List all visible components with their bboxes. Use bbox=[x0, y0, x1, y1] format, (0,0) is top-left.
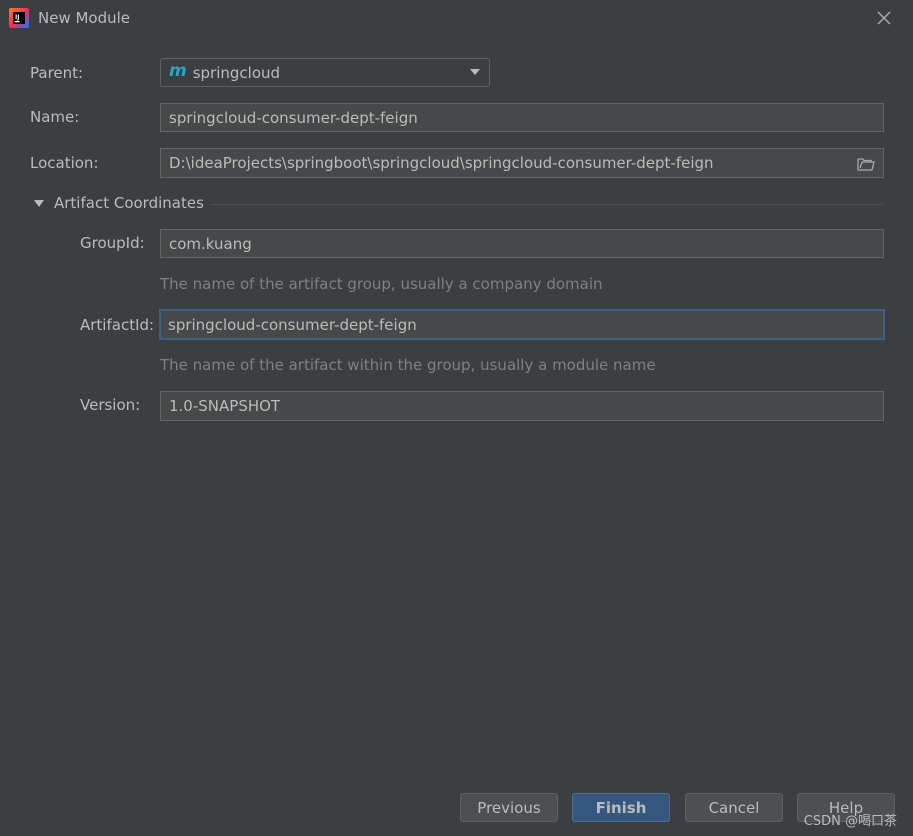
groupid-label: GroupId: bbox=[80, 234, 145, 252]
version-value: 1.0-SNAPSHOT bbox=[169, 397, 281, 415]
previous-button[interactable]: Previous bbox=[460, 793, 558, 822]
maven-icon: m bbox=[169, 61, 187, 81]
artifactid-value: springcloud-consumer-dept-feign bbox=[168, 315, 417, 334]
parent-label: Parent: bbox=[30, 64, 84, 82]
groupid-value: com.kuang bbox=[169, 234, 252, 253]
cancel-button-label: Cancel bbox=[708, 798, 760, 817]
parent-value: springcloud bbox=[192, 63, 281, 82]
version-label: Version: bbox=[80, 396, 141, 414]
name-label: Name: bbox=[30, 108, 80, 126]
triangle-down-icon bbox=[34, 199, 44, 207]
location-field[interactable]: D:\ideaProjects\springboot\springcloud\s… bbox=[160, 148, 884, 178]
name-value: springcloud-consumer-dept-feign bbox=[169, 108, 418, 127]
title-bar: IJ New Module bbox=[0, 0, 913, 36]
artifactid-hint: The name of the artifact within the grou… bbox=[160, 356, 656, 374]
cancel-button[interactable]: Cancel bbox=[685, 793, 783, 822]
location-label: Location: bbox=[30, 154, 99, 172]
artifact-coordinates-toggle[interactable]: Artifact Coordinates bbox=[34, 194, 204, 212]
artifactid-label: ArtifactId: bbox=[80, 316, 155, 334]
parent-dropdown[interactable]: m springcloud bbox=[160, 58, 490, 87]
folder-browse-icon[interactable] bbox=[857, 157, 875, 171]
name-field[interactable]: springcloud-consumer-dept-feign bbox=[160, 103, 884, 132]
previous-button-label: Previous bbox=[477, 798, 541, 817]
watermark: CSDN @喝口茶 bbox=[803, 814, 897, 829]
chevron-down-icon[interactable] bbox=[470, 69, 480, 75]
finish-button-label: Finish bbox=[595, 798, 647, 817]
intellij-idea-icon: IJ bbox=[9, 8, 29, 28]
artifactid-field[interactable]: springcloud-consumer-dept-feign bbox=[159, 309, 885, 340]
version-field[interactable]: 1.0-SNAPSHOT bbox=[160, 391, 884, 421]
close-icon[interactable] bbox=[874, 8, 894, 28]
finish-button[interactable]: Finish bbox=[572, 793, 670, 822]
section-title: Artifact Coordinates bbox=[54, 194, 204, 212]
location-value: D:\ideaProjects\springboot\springcloud\s… bbox=[169, 154, 714, 172]
section-divider bbox=[211, 204, 883, 205]
groupid-field[interactable]: com.kuang bbox=[160, 229, 884, 258]
window-title: New Module bbox=[38, 9, 131, 27]
svg-text:IJ: IJ bbox=[15, 14, 19, 21]
groupid-hint: The name of the artifact group, usually … bbox=[160, 275, 603, 293]
